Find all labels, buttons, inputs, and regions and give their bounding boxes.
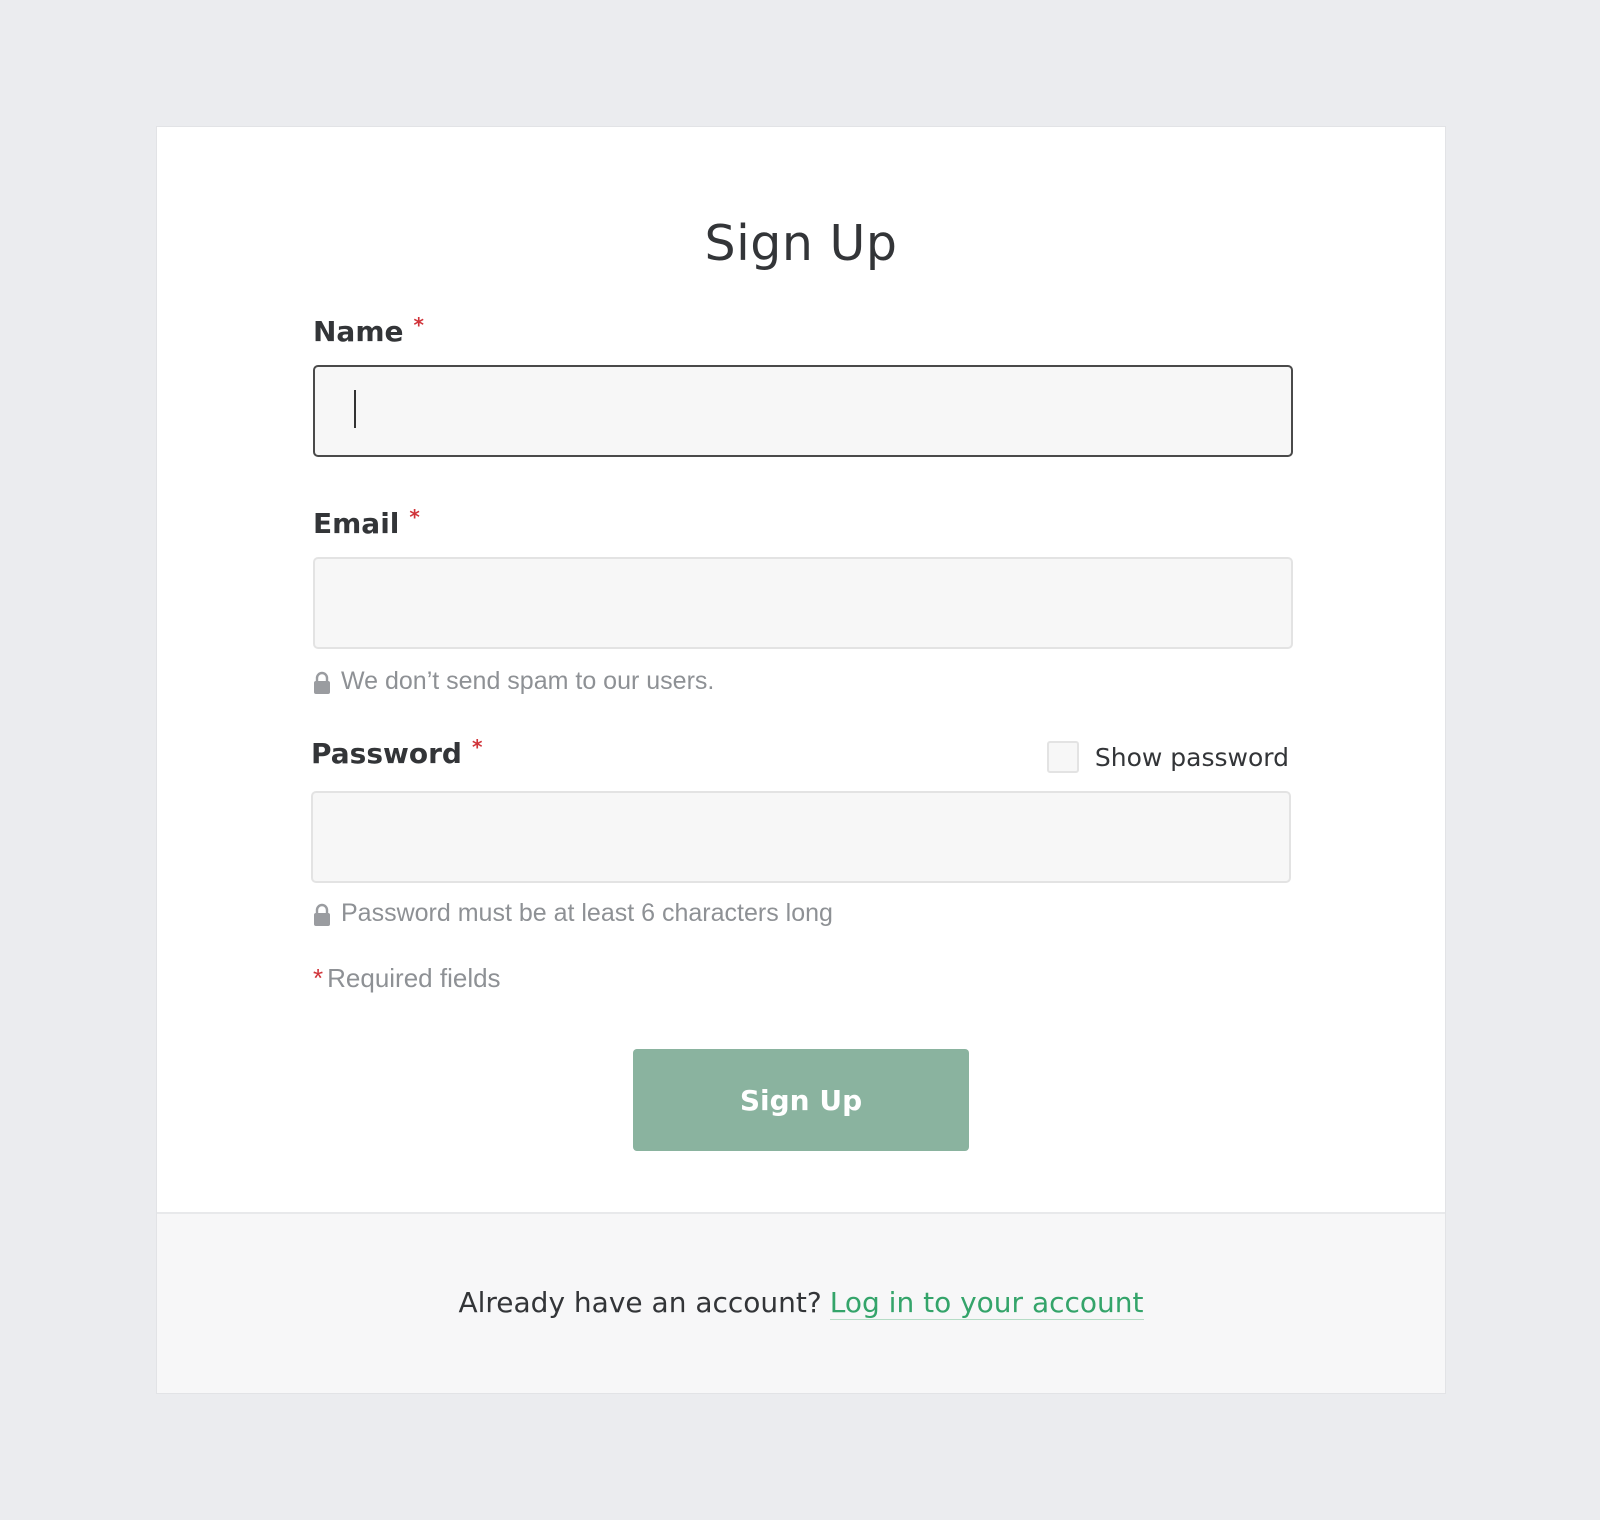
- email-label: Email *: [313, 505, 420, 540]
- login-link[interactable]: Log in to your account: [829, 1286, 1144, 1320]
- show-password-checkbox[interactable]: [1046, 741, 1079, 773]
- password-label-text: Password: [311, 737, 462, 770]
- login-prompt: Already have an account? Log in to your a…: [157, 1286, 1445, 1320]
- lock-icon: [314, 671, 330, 694]
- password-label: Password *: [311, 735, 483, 770]
- name-label: Name *: [313, 313, 424, 348]
- email-input[interactable]: [313, 557, 1293, 649]
- lock-icon: [314, 903, 330, 926]
- email-hint-text: We don’t send spam to our users.: [341, 667, 715, 695]
- email-label-text: Email: [313, 507, 400, 540]
- required-star: *: [313, 963, 324, 993]
- show-password-toggle[interactable]: Show password: [1046, 741, 1289, 773]
- login-prompt-text: Already have an account?: [458, 1286, 822, 1319]
- required-star: *: [471, 735, 483, 759]
- password-hint-text: Password must be at least 6 characters l…: [341, 899, 833, 927]
- name-label-text: Name: [313, 315, 404, 348]
- required-fields-note: * Required fields: [313, 963, 501, 994]
- email-hint: We don’t send spam to our users.: [313, 667, 714, 696]
- password-hint: Password must be at least 6 characters l…: [313, 899, 833, 928]
- required-star: *: [409, 505, 420, 529]
- name-input[interactable]: [313, 365, 1293, 457]
- required-star: *: [413, 313, 424, 337]
- signup-card: Sign Up Name * Email * We don’t send spam …: [156, 126, 1446, 1394]
- signup-button[interactable]: Sign Up: [633, 1049, 969, 1151]
- page-title: Sign Up: [704, 215, 898, 272]
- text-caret: [354, 390, 356, 428]
- signup-form: Sign Up Name * Email * We don’t send spam …: [157, 127, 1445, 1212]
- show-password-label: Show password: [1094, 742, 1289, 772]
- password-input[interactable]: [311, 791, 1291, 883]
- required-fields-text: Required fields: [327, 963, 501, 993]
- card-footer: Already have an account? Log in to your a…: [157, 1212, 1445, 1393]
